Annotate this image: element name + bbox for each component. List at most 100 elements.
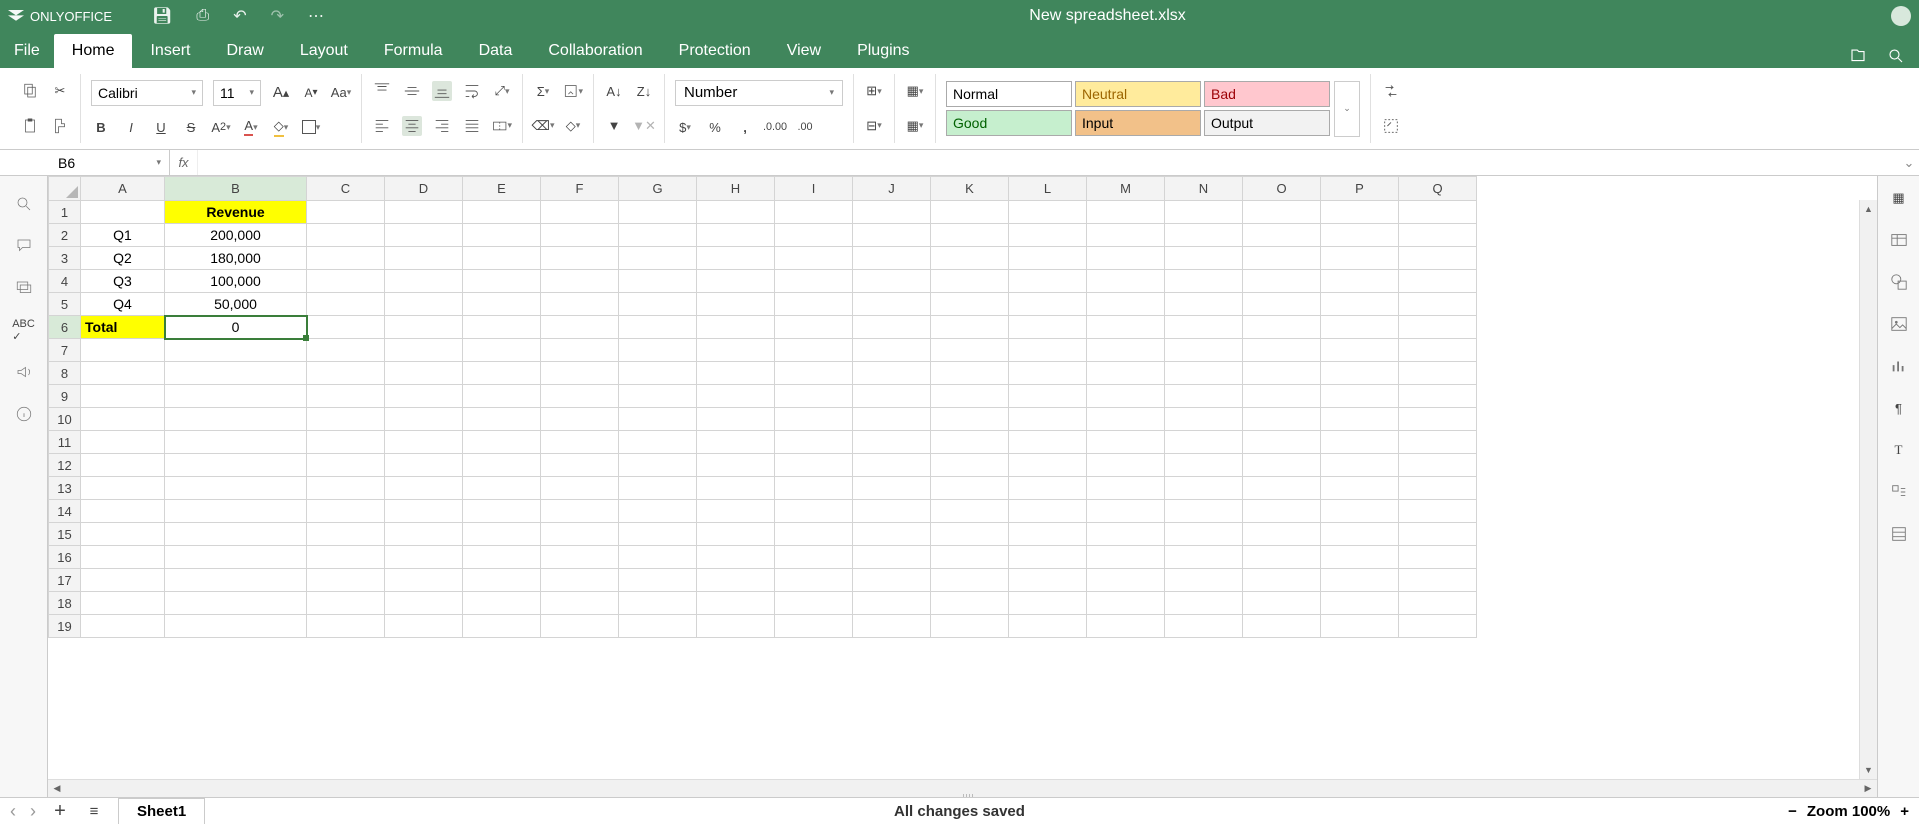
cell-P15[interactable] bbox=[1321, 523, 1399, 546]
tab-home[interactable]: Home bbox=[54, 34, 133, 68]
fill-icon[interactable]: ▾ bbox=[563, 81, 583, 101]
paragraph-settings-icon[interactable]: ¶ bbox=[1889, 398, 1909, 418]
cell-Q17[interactable] bbox=[1399, 569, 1477, 592]
cell-O10[interactable] bbox=[1243, 408, 1321, 431]
row-header-5[interactable]: 5 bbox=[49, 293, 81, 316]
cell-O3[interactable] bbox=[1243, 247, 1321, 270]
cell-Q15[interactable] bbox=[1399, 523, 1477, 546]
cell-G4[interactable] bbox=[619, 270, 697, 293]
row-header-19[interactable]: 19 bbox=[49, 615, 81, 638]
cell-E12[interactable] bbox=[463, 454, 541, 477]
cell-N12[interactable] bbox=[1165, 454, 1243, 477]
cell-C10[interactable] bbox=[307, 408, 385, 431]
expand-formula-bar-icon[interactable]: ⌄ bbox=[1899, 150, 1919, 175]
cell-D3[interactable] bbox=[385, 247, 463, 270]
cell-settings-icon[interactable]: ▦ bbox=[1889, 188, 1909, 208]
cell-F15[interactable] bbox=[541, 523, 619, 546]
cell-F14[interactable] bbox=[541, 500, 619, 523]
cell-Q13[interactable] bbox=[1399, 477, 1477, 500]
cell-Q11[interactable] bbox=[1399, 431, 1477, 454]
open-location-icon[interactable] bbox=[1849, 47, 1867, 68]
cell-K12[interactable] bbox=[931, 454, 1009, 477]
cell-L10[interactable] bbox=[1009, 408, 1087, 431]
column-header-P[interactable]: P bbox=[1321, 177, 1399, 201]
add-sheet-icon[interactable]: + bbox=[50, 802, 70, 822]
cell-I17[interactable] bbox=[775, 569, 853, 592]
cell-M13[interactable] bbox=[1087, 477, 1165, 500]
cell-M12[interactable] bbox=[1087, 454, 1165, 477]
cell-I12[interactable] bbox=[775, 454, 853, 477]
style-bad[interactable]: Bad bbox=[1204, 81, 1330, 107]
cell-H2[interactable] bbox=[697, 224, 775, 247]
borders-icon[interactable]: ▾ bbox=[301, 117, 321, 137]
cell-D4[interactable] bbox=[385, 270, 463, 293]
filter-icon[interactable]: ▼ bbox=[604, 116, 624, 136]
cell-K15[interactable] bbox=[931, 523, 1009, 546]
cell-B13[interactable] bbox=[165, 477, 307, 500]
cell-Q6[interactable] bbox=[1399, 316, 1477, 339]
cell-H1[interactable] bbox=[697, 201, 775, 224]
align-center-icon[interactable] bbox=[402, 116, 422, 136]
cell-F16[interactable] bbox=[541, 546, 619, 569]
cell-I8[interactable] bbox=[775, 362, 853, 385]
style-good[interactable]: Good bbox=[946, 110, 1072, 136]
cell-H7[interactable] bbox=[697, 339, 775, 362]
shape-settings-icon[interactable] bbox=[1889, 272, 1909, 292]
cell-A8[interactable] bbox=[81, 362, 165, 385]
row-header-17[interactable]: 17 bbox=[49, 569, 81, 592]
cell-C1[interactable] bbox=[307, 201, 385, 224]
cell-N1[interactable] bbox=[1165, 201, 1243, 224]
cell-D17[interactable] bbox=[385, 569, 463, 592]
cell-D16[interactable] bbox=[385, 546, 463, 569]
cell-F3[interactable] bbox=[541, 247, 619, 270]
cell-Q19[interactable] bbox=[1399, 615, 1477, 638]
cell-O6[interactable] bbox=[1243, 316, 1321, 339]
cell-D1[interactable] bbox=[385, 201, 463, 224]
cell-C3[interactable] bbox=[307, 247, 385, 270]
sheet-list-icon[interactable]: ≡ bbox=[84, 802, 104, 822]
font-color-icon[interactable]: A▾ bbox=[241, 117, 261, 137]
cell-I1[interactable] bbox=[775, 201, 853, 224]
row-header-16[interactable]: 16 bbox=[49, 546, 81, 569]
cell-C11[interactable] bbox=[307, 431, 385, 454]
horizontal-scrollbar[interactable]: ◀▶ bbox=[48, 779, 1877, 797]
next-sheet-icon[interactable]: › bbox=[30, 801, 36, 822]
cell-N2[interactable] bbox=[1165, 224, 1243, 247]
cell-B9[interactable] bbox=[165, 385, 307, 408]
cell-C14[interactable] bbox=[307, 500, 385, 523]
column-header-N[interactable]: N bbox=[1165, 177, 1243, 201]
cell-C16[interactable] bbox=[307, 546, 385, 569]
cell-H3[interactable] bbox=[697, 247, 775, 270]
cell-H6[interactable] bbox=[697, 316, 775, 339]
cell-C4[interactable] bbox=[307, 270, 385, 293]
orientation-icon[interactable]: ⤢▾ bbox=[492, 81, 512, 101]
align-top-icon[interactable] bbox=[372, 81, 392, 101]
cell-O15[interactable] bbox=[1243, 523, 1321, 546]
cell-F19[interactable] bbox=[541, 615, 619, 638]
justify-icon[interactable] bbox=[462, 116, 482, 136]
cell-J15[interactable] bbox=[853, 523, 931, 546]
cell-K14[interactable] bbox=[931, 500, 1009, 523]
cell-O12[interactable] bbox=[1243, 454, 1321, 477]
cell-Q14[interactable] bbox=[1399, 500, 1477, 523]
cell-H12[interactable] bbox=[697, 454, 775, 477]
cell-H11[interactable] bbox=[697, 431, 775, 454]
cell-D6[interactable] bbox=[385, 316, 463, 339]
cell-L12[interactable] bbox=[1009, 454, 1087, 477]
cell-C9[interactable] bbox=[307, 385, 385, 408]
cell-G17[interactable] bbox=[619, 569, 697, 592]
cell-L11[interactable] bbox=[1009, 431, 1087, 454]
cell-M15[interactable] bbox=[1087, 523, 1165, 546]
cell-L3[interactable] bbox=[1009, 247, 1087, 270]
replace-icon[interactable] bbox=[1381, 81, 1401, 101]
cell-J10[interactable] bbox=[853, 408, 931, 431]
cell-I19[interactable] bbox=[775, 615, 853, 638]
cell-C8[interactable] bbox=[307, 362, 385, 385]
tab-data[interactable]: Data bbox=[461, 34, 531, 68]
cell-M11[interactable] bbox=[1087, 431, 1165, 454]
cell-F7[interactable] bbox=[541, 339, 619, 362]
cell-O1[interactable] bbox=[1243, 201, 1321, 224]
cell-D11[interactable] bbox=[385, 431, 463, 454]
cell-F1[interactable] bbox=[541, 201, 619, 224]
cell-A19[interactable] bbox=[81, 615, 165, 638]
